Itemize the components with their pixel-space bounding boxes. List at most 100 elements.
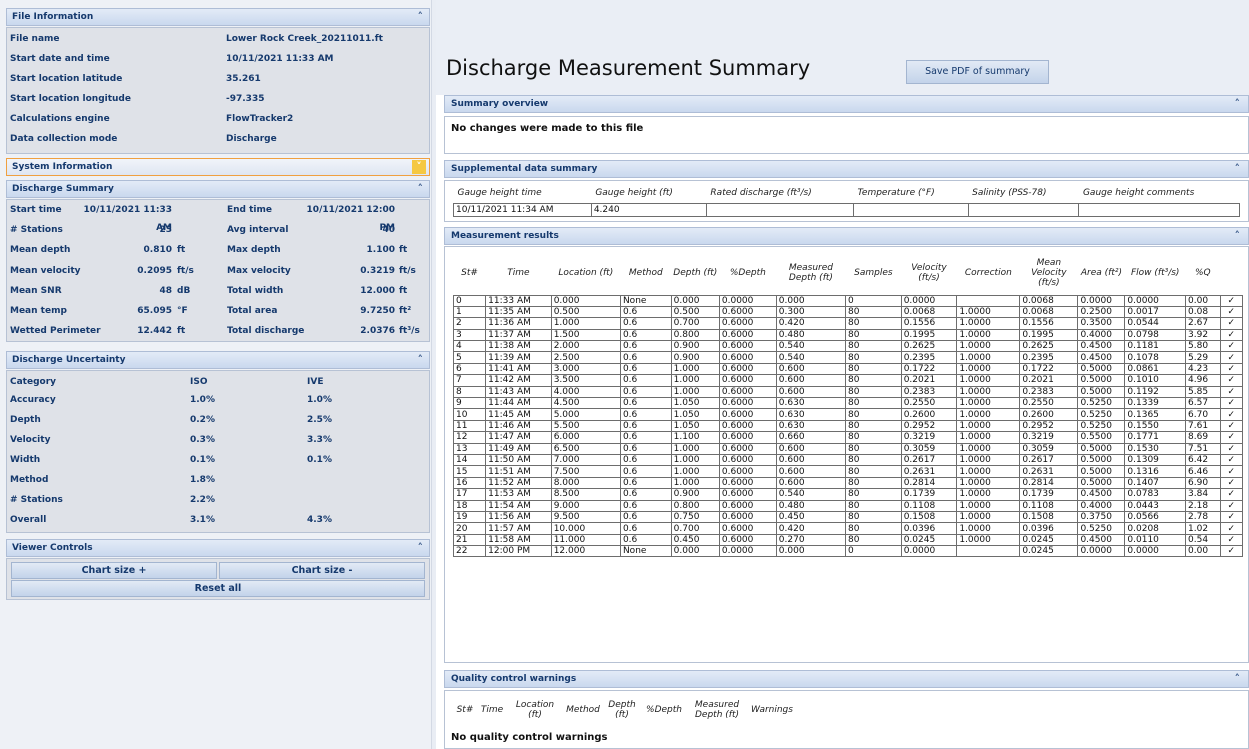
chevron-up-icon[interactable]: ˄ <box>418 352 424 368</box>
table-cell: 1.0000 <box>956 362 1021 376</box>
chevron-down-icon[interactable]: ˅ <box>412 160 426 174</box>
table-cell: 0.6000 <box>718 374 777 387</box>
table-cell: 1.000 <box>670 465 720 478</box>
table-cell: 0.6000 <box>718 396 777 410</box>
uncertainty-iso: 2.2% <box>190 495 215 505</box>
table-cell: 0.700 <box>670 317 720 330</box>
table-cell: 1.000 <box>670 442 720 455</box>
supplemental-header-row: Gauge height time Gauge height (ft) Rated … <box>454 185 1240 204</box>
table-cell: 11:36 AM <box>485 317 552 330</box>
summary-unit: ft <box>177 326 186 337</box>
measurement-column-header: %Depth <box>729 267 766 278</box>
table-cell: 0.600 <box>775 442 847 455</box>
summary-overview-text: No changes were made to this file <box>451 123 644 134</box>
table-cell: 0.6 <box>619 431 672 444</box>
main-header-area <box>436 0 1249 95</box>
table-cell: 0.6 <box>619 385 672 399</box>
table-cell: 0.0000 <box>718 545 777 558</box>
table-cell: 18 <box>452 499 487 512</box>
table-cell: 1.000 <box>670 362 720 376</box>
viewer-controls-header[interactable]: Viewer Controls ˄ <box>6 539 430 557</box>
chevron-up-icon[interactable]: ˄ <box>1235 161 1241 177</box>
table-row: 8 11:43 AM 4.000 0.6 1.000 0.6000 0.600 80 0.238… <box>452 385 1244 399</box>
summary-unit: ft/s <box>177 265 194 276</box>
table-cell: 4.96 <box>1185 374 1221 387</box>
table-cell: 3.84 <box>1185 488 1221 501</box>
supplemental-header[interactable]: Supplemental data summary ˄ <box>444 160 1249 178</box>
chevron-up-icon[interactable]: ˄ <box>1235 671 1241 687</box>
table-cell: 0.2550 <box>900 396 958 410</box>
table-cell: 80 <box>845 385 902 399</box>
table-cell: 1.050 <box>670 396 720 410</box>
table-cell: 0.6 <box>619 442 672 455</box>
table-cell: 11:35 AM <box>485 305 552 319</box>
summary-overview-header[interactable]: Summary overview ˄ <box>444 95 1249 113</box>
uncertainty-title: Discharge Uncertainty <box>12 355 126 365</box>
check-icon: ✓ <box>1219 328 1244 342</box>
chevron-up-icon[interactable]: ˄ <box>1235 228 1241 244</box>
table-cell: 11:37 AM <box>485 328 552 342</box>
table-cell: 11:58 AM <box>485 533 552 547</box>
table-cell: 0.3500 <box>1077 317 1126 330</box>
save-pdf-button[interactable]: Save PDF of summary <box>906 60 1049 84</box>
table-cell: 16 <box>452 476 487 490</box>
table-cell: 0 <box>845 294 902 307</box>
chart-size-plus-button[interactable]: Chart size + <box>11 562 217 579</box>
table-cell: 5.85 <box>1185 385 1221 399</box>
table-cell: 0.2617 <box>900 453 958 467</box>
table-cell: 5.29 <box>1185 351 1221 364</box>
left-panel: File Information ˄ File name Lower Rock C… <box>0 0 432 749</box>
table-cell: 0.0544 <box>1124 317 1187 330</box>
table-cell: 3 <box>452 328 487 342</box>
table-cell: 0.000 <box>775 294 847 307</box>
summary-label: Mean temp <box>10 306 67 316</box>
file-info-label: Start location longitude <box>10 94 131 104</box>
table-cell: 8 <box>452 385 487 399</box>
chart-size-minus-button[interactable]: Chart size - <box>219 562 425 579</box>
table-cell: 0.630 <box>775 396 847 410</box>
chevron-up-icon[interactable]: ˄ <box>418 9 424 25</box>
chevron-up-icon[interactable]: ˄ <box>418 181 424 197</box>
uncertainty-iso: 0.1% <box>190 455 215 465</box>
summary-value: 48 <box>159 285 172 296</box>
measurement-results-header[interactable]: Measurement results ˄ <box>444 227 1249 245</box>
table-cell: 0.0000 <box>718 294 777 307</box>
measurement-results-title: Measurement results <box>451 231 559 241</box>
chevron-up-icon[interactable]: ˄ <box>418 540 424 556</box>
table-cell: 1.0000 <box>956 305 1021 319</box>
summary-value: 9.7250 <box>360 306 395 316</box>
table-cell: 0.5000 <box>1077 476 1126 490</box>
reset-all-button[interactable]: Reset all <box>11 580 425 597</box>
uncertainty-category: Overall <box>10 515 47 525</box>
file-info-header[interactable]: File Information ˄ <box>6 8 430 26</box>
system-info-header[interactable]: System Information ˅ <box>6 158 430 176</box>
measurement-header-row: St# Time Location (ft) Method Depth (ft) %Dep… <box>454 251 1243 295</box>
quality-control-header[interactable]: Quality control warnings ˄ <box>444 670 1249 688</box>
table-cell: 0.2383 <box>1019 385 1079 399</box>
table-cell: 0.6000 <box>718 533 777 547</box>
summary-unit: ft³/s <box>399 326 420 337</box>
table-cell: 15 <box>452 465 487 478</box>
uncertainty-header[interactable]: Discharge Uncertainty ˄ <box>6 351 430 369</box>
summary-value: 2.0376 <box>360 326 395 337</box>
table-cell: 0.2600 <box>900 408 958 421</box>
table-cell: 1.0000 <box>956 351 1021 364</box>
measurement-column-header: Time <box>507 267 530 278</box>
summary-unit: °F <box>177 306 188 316</box>
table-cell: 3.500 <box>550 374 621 387</box>
uncertainty-ive: 2.5% <box>307 415 332 425</box>
table-cell: 0.3059 <box>1019 442 1079 455</box>
table-cell: 0.3059 <box>900 442 958 455</box>
measurement-column-header: %Q <box>1195 267 1211 278</box>
chevron-up-icon[interactable]: ˄ <box>1235 96 1241 112</box>
uncertainty-ive: 3.3% <box>307 435 332 445</box>
table-cell: 8.500 <box>550 488 621 501</box>
table-row: 15 11:51 AM 7.500 0.6 1.000 0.6000 0.600 80 0.26… <box>452 465 1244 478</box>
table-cell: 1.000 <box>670 385 720 399</box>
table-cell: 6.90 <box>1185 476 1221 490</box>
table-cell: 11:46 AM <box>485 419 552 433</box>
table-cell: 10.000 <box>550 522 621 535</box>
table-cell: 0.6000 <box>718 385 777 399</box>
discharge-summary-header[interactable]: Discharge Summary ˄ <box>6 180 430 198</box>
qc-column-header: St# <box>456 705 474 715</box>
